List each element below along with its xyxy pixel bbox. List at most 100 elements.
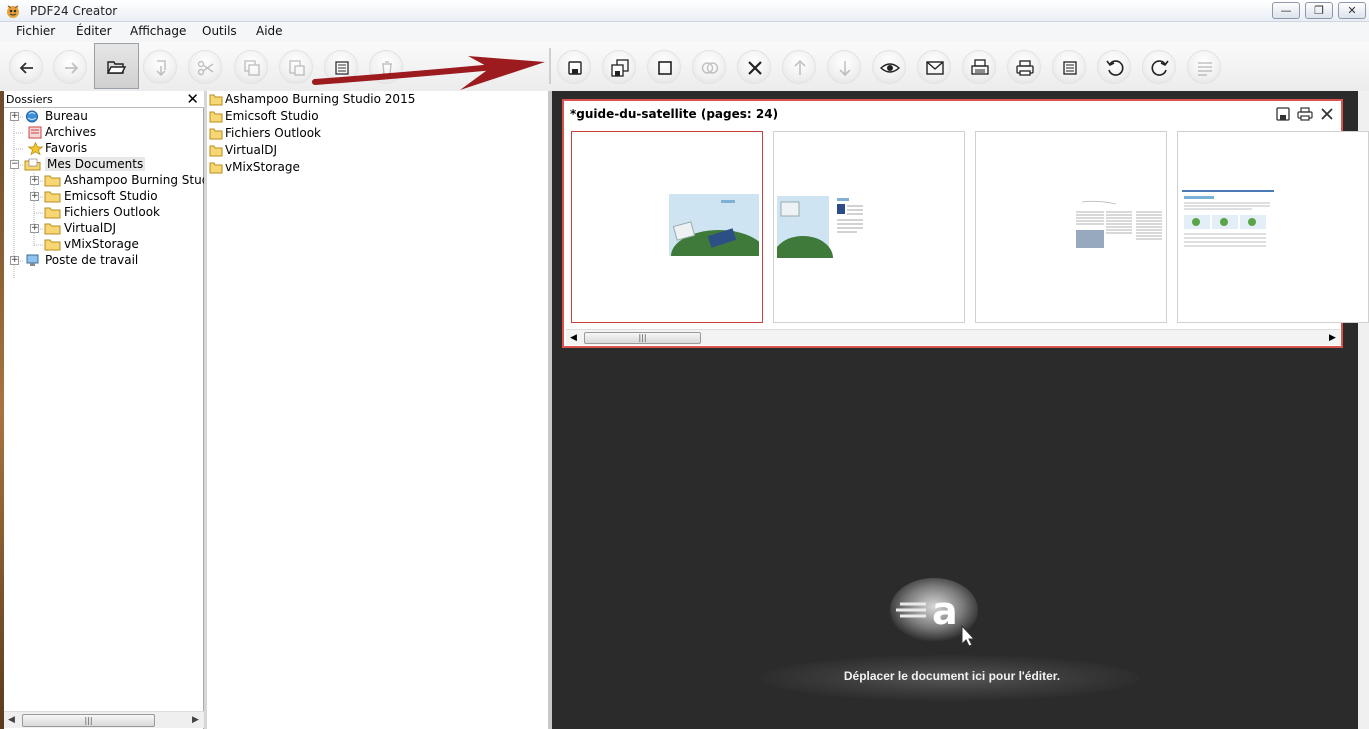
title-bar: PDF24 Creator — ❐ ✕ (0, 0, 1369, 22)
folder-icon (44, 191, 61, 203)
forward-button[interactable] (53, 50, 87, 84)
copy-button[interactable] (234, 50, 268, 84)
move-up-button[interactable] (782, 50, 816, 84)
import-button[interactable] (143, 50, 177, 84)
restore-button[interactable]: ❐ (1305, 2, 1333, 19)
tree-close-icon[interactable]: ✕ (186, 90, 199, 108)
forward-icon (65, 62, 79, 74)
cut-button[interactable] (188, 50, 222, 84)
menu-aide[interactable]: Aide (256, 24, 283, 38)
fax-icon (971, 59, 989, 75)
tree-item-label: VirtualDJ (64, 221, 116, 235)
page-thumbnail[interactable] (773, 131, 965, 323)
menu-outils[interactable]: Outils (202, 24, 237, 38)
expand-toggle[interactable]: + (10, 256, 19, 265)
rotate-left-icon (1106, 60, 1124, 76)
move-down-button[interactable] (827, 50, 861, 84)
save-icon (568, 61, 582, 75)
tree-item-label: Mes Documents (45, 157, 146, 171)
cut-icon (197, 60, 214, 76)
merge-button[interactable] (692, 50, 726, 84)
pdf24-logo-icon: a (890, 578, 978, 646)
menu-affichage[interactable]: Affichage (130, 24, 186, 38)
align-icon (1198, 62, 1212, 76)
tree-item-label: Favoris (45, 141, 88, 155)
folder-icon (209, 128, 223, 140)
file-item-label: Ashampoo Burning Studio 2015 (225, 92, 416, 106)
tree-item-label: vMixStorage (64, 237, 139, 251)
print-button[interactable] (1007, 50, 1041, 84)
document-print-icon[interactable] (1297, 106, 1313, 122)
document-window[interactable]: *guide-du-satellite (pages: 24) ◀ ||| ▶ (562, 99, 1369, 348)
document-save-icon[interactable] (1275, 106, 1291, 122)
folder-icon (209, 145, 223, 157)
scroll-right-icon[interactable]: ▶ (192, 715, 199, 725)
email-button[interactable] (917, 50, 951, 84)
grid-icon (1063, 61, 1077, 75)
back-button[interactable] (9, 50, 43, 84)
collapse-toggle[interactable]: − (10, 160, 19, 169)
folder-icon (44, 175, 61, 187)
document-close-icon[interactable] (1319, 106, 1335, 122)
align-button[interactable] (1187, 50, 1221, 84)
minimize-button[interactable]: — (1272, 2, 1300, 19)
move-down-icon (839, 61, 851, 77)
page-thumbnail[interactable] (975, 131, 1167, 323)
expand-toggle[interactable]: + (30, 192, 39, 201)
page-thumbnail[interactable] (1177, 131, 1369, 323)
rotate-left-button[interactable] (1097, 50, 1131, 84)
page-thumbnail[interactable] (571, 131, 763, 323)
merge-icon (701, 62, 719, 74)
delete-button[interactable] (737, 50, 771, 84)
close-button[interactable]: ✕ (1338, 2, 1366, 19)
scroll-right-icon[interactable]: ▶ (1329, 333, 1336, 343)
page-text-image (1076, 200, 1162, 248)
documents-icon (24, 158, 41, 171)
file-item-label: VirtualDJ (225, 143, 277, 157)
expand-toggle[interactable]: + (10, 112, 19, 121)
tree-item-label: Ashampoo Burning Stud (64, 173, 210, 187)
preview-button[interactable] (872, 50, 906, 84)
print-icon (1016, 60, 1034, 76)
expand-toggle[interactable]: + (30, 224, 39, 233)
tree-item-label: Fichiers Outlook (64, 205, 161, 219)
scroll-left-icon[interactable]: ◀ (8, 715, 15, 725)
toolbar-separator (549, 48, 551, 84)
open-folder-icon (106, 61, 126, 74)
folder-icon (209, 94, 223, 106)
tree-item-label: Archives (45, 125, 97, 139)
rotate-right-button[interactable] (1142, 50, 1176, 84)
blank-page-button[interactable] (647, 50, 681, 84)
tree-item-label: Poste de travail (45, 253, 139, 267)
pages-horizontal-scrollbar[interactable]: ◀ ||| ▶ (566, 329, 1340, 345)
grid-button-right[interactable] (1052, 50, 1086, 84)
open-folder-button[interactable] (99, 50, 133, 84)
folder-icon (209, 162, 223, 174)
scroll-thumb[interactable]: ||| (22, 714, 155, 727)
email-icon (926, 61, 944, 75)
folder-tree-panel: Dossiers ✕ + Bureau Archives Favoris − M… (4, 90, 209, 729)
scroll-thumb[interactable]: ||| (584, 332, 701, 344)
expand-toggle[interactable]: + (30, 176, 39, 185)
file-item-label: vMixStorage (225, 160, 300, 174)
preview-icon (880, 63, 900, 73)
file-item-label: Emicsoft Studio (225, 109, 319, 123)
file-list-panel: Ashampoo Burning Studio 2015 Emicsoft St… (207, 91, 548, 729)
import-icon (156, 60, 166, 77)
computer-icon (26, 254, 39, 266)
rotate-right-icon (1151, 60, 1169, 76)
menu-bar: Fichier Éditer Affichage Outils Aide (0, 22, 1369, 42)
file-item-label: Fichiers Outlook (225, 126, 322, 140)
folder-icon (44, 223, 61, 235)
scroll-left-icon[interactable]: ◀ (570, 333, 577, 343)
menu-editer[interactable]: Éditer (76, 24, 112, 38)
save-as-button[interactable] (602, 50, 636, 84)
save-button[interactable] (557, 50, 591, 84)
archive-icon (28, 126, 42, 139)
tree-horizontal-scrollbar[interactable]: ◀ ||| ▶ (4, 711, 204, 728)
drop-zone-text: Déplacer le document ici pour l'éditer. (843, 669, 1061, 683)
tree-header-label: Dossiers (6, 93, 53, 106)
menu-fichier[interactable]: Fichier (16, 24, 55, 38)
copy-icon (244, 60, 260, 76)
fax-button[interactable] (962, 50, 996, 84)
